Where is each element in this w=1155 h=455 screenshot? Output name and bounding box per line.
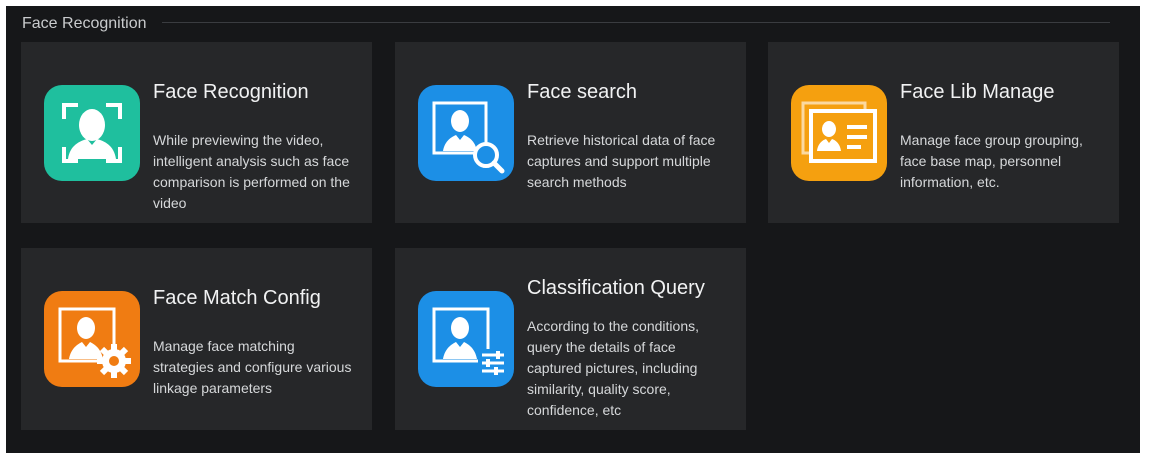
face-recognition-panel: Face Recognition Face Recognition While … xyxy=(6,6,1140,453)
section-divider xyxy=(162,22,1110,23)
card-title: Face Recognition xyxy=(153,81,309,103)
id-card-icon xyxy=(791,85,887,181)
card-title: Face Match Config xyxy=(153,287,321,309)
card-title: Classification Query xyxy=(527,277,705,299)
card-description: Manage face matching strategies and conf… xyxy=(153,338,352,396)
card-face-lib-manage[interactable]: Face Lib Manage Manage face group groupi… xyxy=(768,42,1119,223)
face-gear-icon xyxy=(44,291,140,387)
card-face-search[interactable]: Face search Retrieve historical data of … xyxy=(395,42,746,223)
card-description: According to the conditions, query the d… xyxy=(527,318,699,418)
card-title: Face Lib Manage xyxy=(900,81,1055,103)
face-search-icon xyxy=(418,85,514,181)
card-face-recognition[interactable]: Face Recognition While previewing the vi… xyxy=(21,42,372,223)
card-face-match-config[interactable]: Face Match Config Manage face matching s… xyxy=(21,248,372,430)
card-description: Retrieve historical data of face capture… xyxy=(527,132,716,190)
section-title: Face Recognition xyxy=(22,15,147,32)
face-frame-icon xyxy=(44,85,140,181)
card-classification-query[interactable]: Classification Query According to the co… xyxy=(395,248,746,430)
card-description: While previewing the video, intelligent … xyxy=(153,132,350,211)
card-title: Face search xyxy=(527,81,638,103)
face-filter-icon xyxy=(418,291,514,387)
card-description: Manage face group grouping, face base ma… xyxy=(900,132,1083,190)
